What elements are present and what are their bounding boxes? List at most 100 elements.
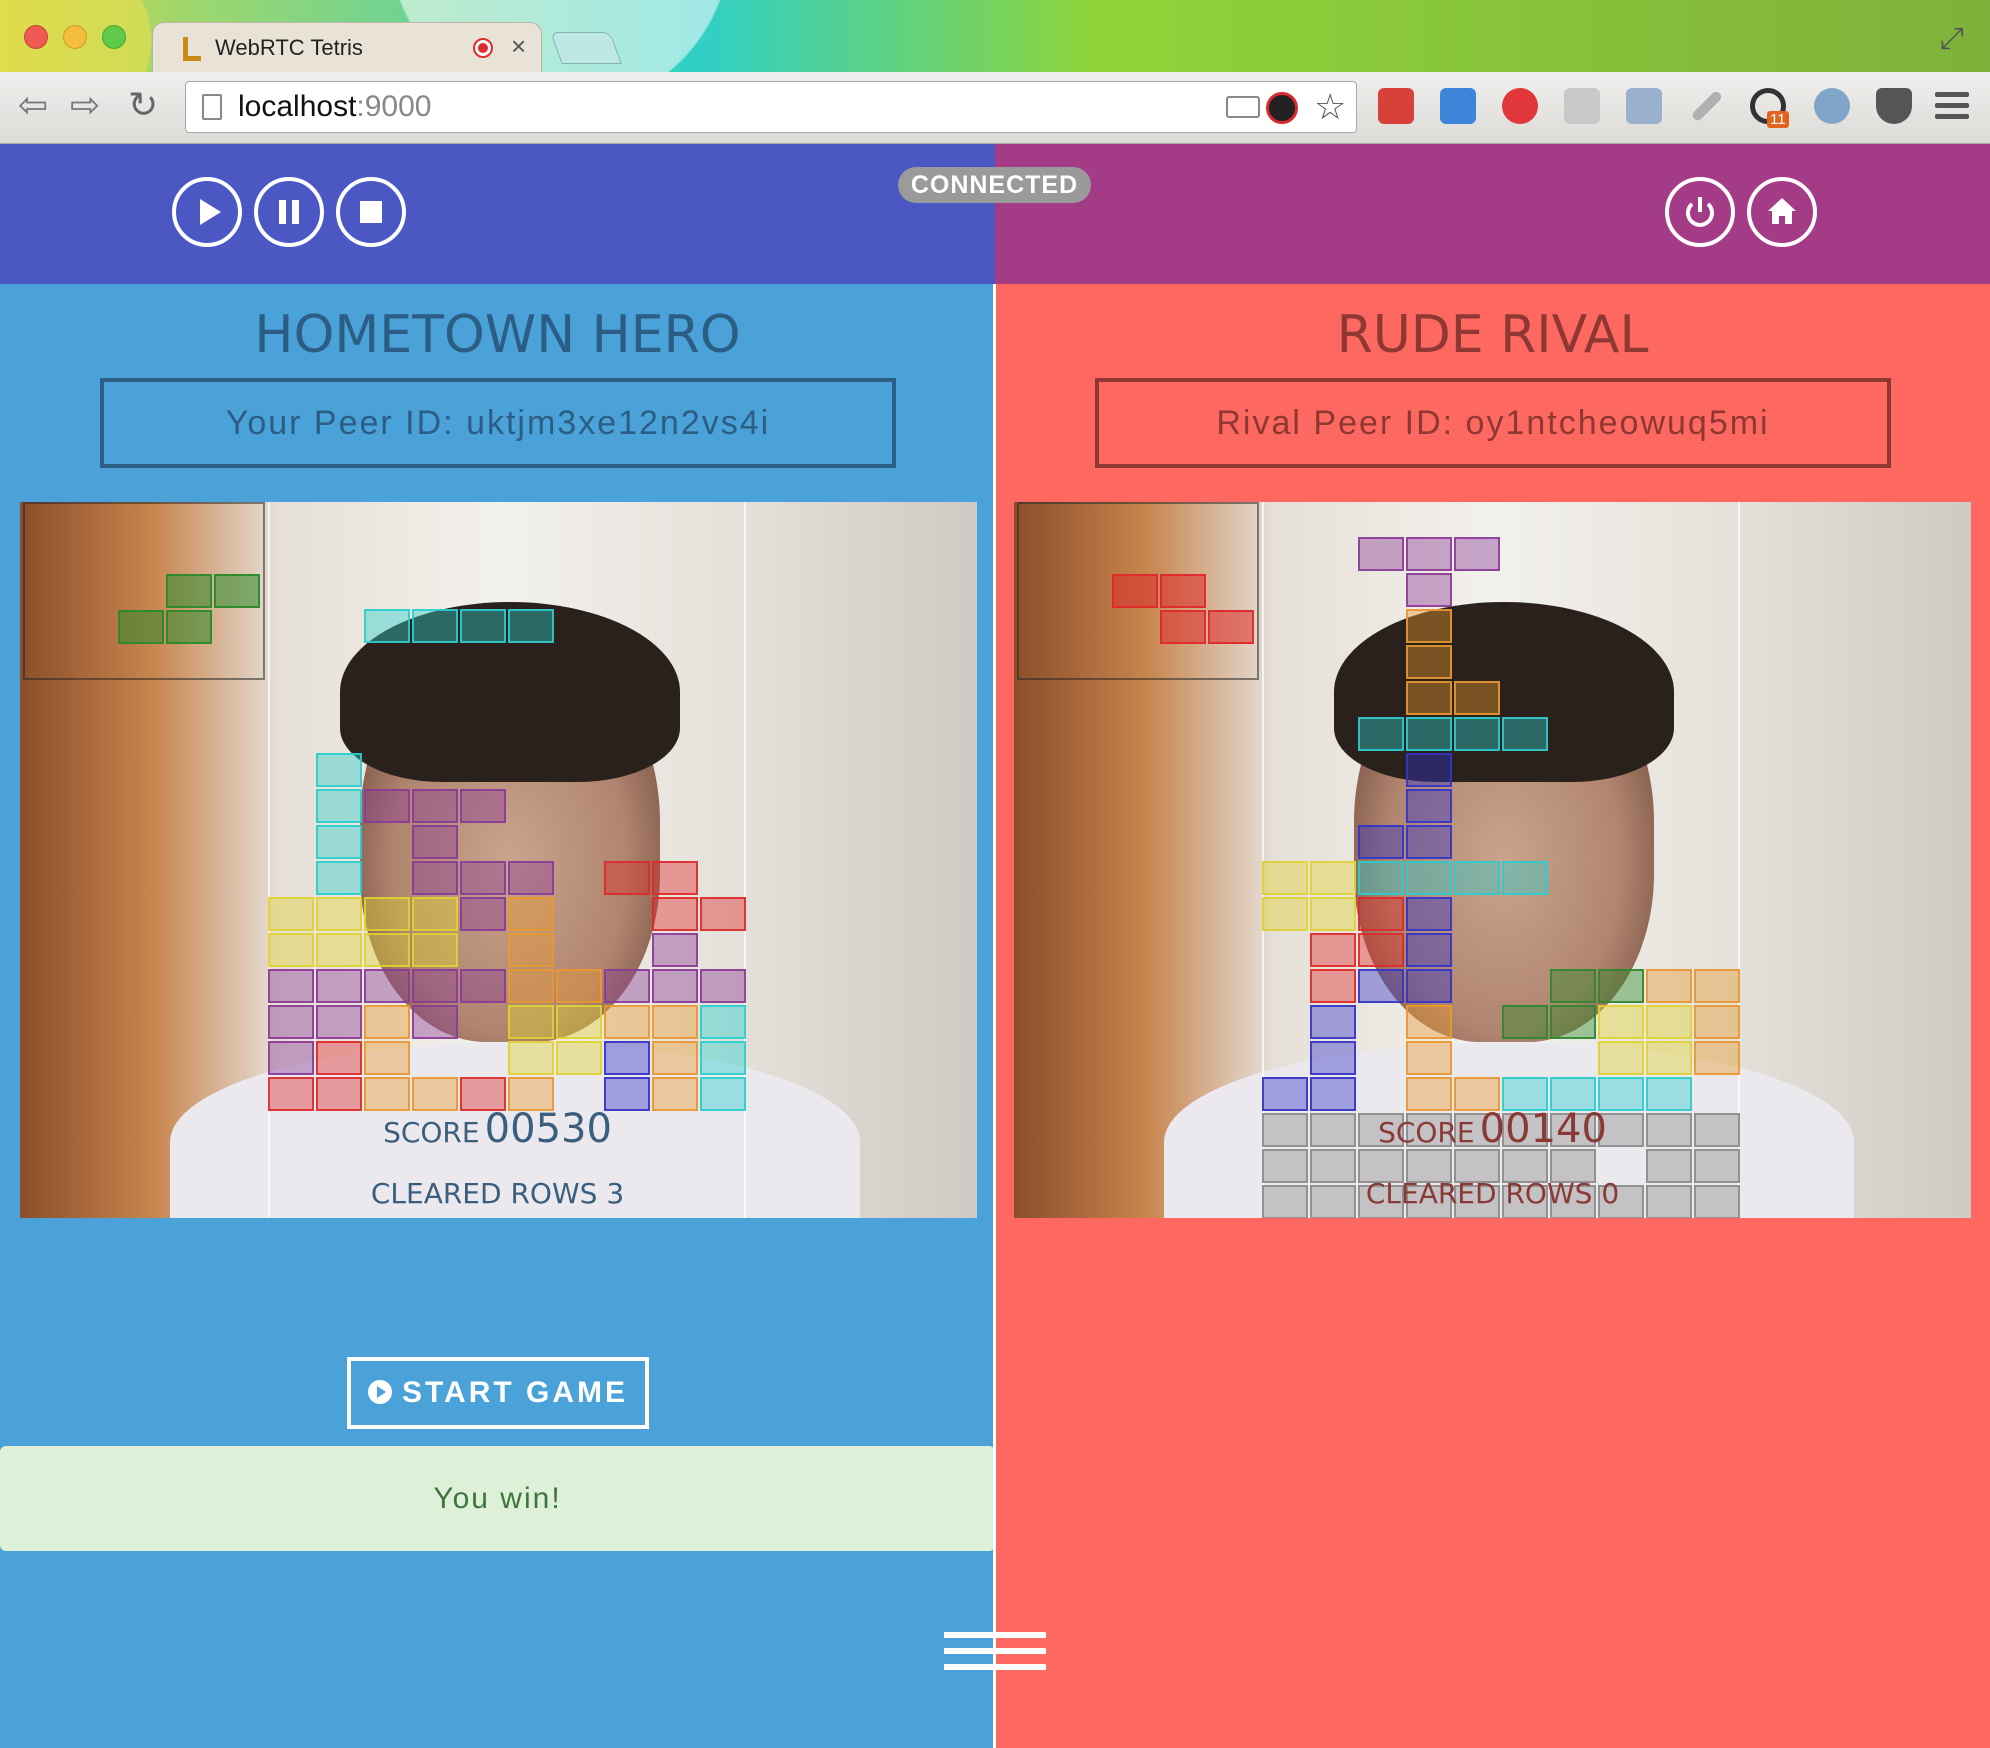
rival-score: SCORE 00140 [995,1106,1990,1152]
tetris-block [1646,1041,1692,1075]
tetris-block [268,1041,314,1075]
rival-player-pane: RUDE RIVAL Rival Peer ID: oy1ntcheowuq5m… [995,284,1990,1748]
tetris-block [412,861,458,895]
recording-indicator-icon [473,38,493,58]
adblock-icon[interactable] [1502,88,1538,124]
tetris-block [508,969,554,1003]
tetris-block [1406,825,1452,859]
start-game-button[interactable]: START GAME [347,1357,649,1429]
tetris-block [1406,753,1452,787]
tetris-block [364,933,410,967]
next-piece-block [1208,610,1254,644]
new-tab-button[interactable] [550,32,622,64]
tetris-block [268,969,314,1003]
tetris-block [268,1005,314,1039]
browser-menu-icon[interactable] [1935,92,1969,125]
window-resizer-icon[interactable] [1626,88,1662,124]
window-zoom-button[interactable] [102,25,126,49]
pause-button[interactable] [254,177,324,247]
blocked-content-icon[interactable] [1266,92,1298,124]
tetris-favicon-icon [183,37,201,61]
fullscreen-icon[interactable]: ⤢ [1940,22,1964,56]
tetris-block [1358,717,1404,751]
back-button[interactable]: ⇦ [18,84,48,126]
tetris-block [1406,789,1452,823]
browser-toolbar: ⇦ ⇨ ↻ localhost:9000 ☆ 11 [0,72,1990,144]
tetris-block [1358,825,1404,859]
browser-tab[interactable]: WebRTC Tetris × [152,22,542,72]
power-button[interactable] [1665,177,1735,247]
tetris-block [316,1005,362,1039]
tetris-block [412,789,458,823]
tetris-block [412,933,458,967]
tetris-block [268,933,314,967]
tetris-block [316,789,362,823]
address-bar[interactable]: localhost:9000 ☆ [185,81,1357,133]
pocket-icon[interactable] [1876,88,1912,124]
tetris-block [1262,897,1308,931]
tetris-block [268,897,314,931]
tetris-block [1694,969,1740,1003]
tetris-block [508,861,554,895]
local-peer-id: Your Peer ID: uktjm3xe12n2vs4i [100,378,896,468]
home-button[interactable] [1747,177,1817,247]
tetris-block [1310,861,1356,895]
tetris-block [412,1005,458,1039]
local-player-title: HOMETOWN HERO [254,305,741,365]
tetris-block [1358,969,1404,1003]
tetris-block [1550,1005,1596,1039]
camera-icon[interactable] [1226,96,1260,118]
window-close-button[interactable] [24,25,48,49]
score-value: 00140 [1479,1106,1607,1152]
tetris-block [1598,969,1644,1003]
tetris-block [460,969,506,1003]
tetris-block [1406,897,1452,931]
tetris-block [1358,897,1404,931]
mail-checker-icon[interactable] [1564,88,1600,124]
tetris-block [1406,537,1452,571]
tetris-block [316,969,362,1003]
score-label: SCORE [383,1116,480,1149]
page-icon [202,94,222,120]
tetris-block [364,1041,410,1075]
rival-header [995,144,1990,284]
tetris-block [700,969,746,1003]
tab-close-icon[interactable]: × [511,31,526,62]
stop-button[interactable] [336,177,406,247]
play-icon [200,199,221,225]
tetris-block [556,969,602,1003]
tetris-app: CONNECTED HOMETOWN HERO Your Peer ID: uk… [0,144,1990,1748]
tetris-block [604,861,650,895]
tetris-block [412,609,458,643]
next-piece-block [1160,610,1206,644]
url-text[interactable]: localhost:9000 [238,90,431,124]
url-port: :9000 [356,90,432,123]
tetris-block [1406,969,1452,1003]
reload-button[interactable]: ↻ [128,84,158,126]
hamburger-menu-icon[interactable] [944,1632,1046,1680]
tetris-block [508,933,554,967]
tetris-block [1598,1041,1644,1075]
tetris-block [1406,645,1452,679]
ie-tab-icon[interactable]: 11 [1750,88,1789,128]
bookmark-star-icon[interactable]: ☆ [1314,86,1346,128]
stop-icon [360,201,382,223]
translate-icon[interactable] [1440,88,1476,124]
next-piece-block [118,610,164,644]
satellite-icon[interactable] [1814,88,1850,124]
tetris-block [652,1041,698,1075]
tetris-block [1454,717,1500,751]
eyedropper-icon[interactable] [1690,89,1724,123]
tetris-block [1406,609,1452,643]
tetris-block [700,897,746,931]
start-game-label: START GAME [401,1376,629,1409]
tetris-block [1406,1041,1452,1075]
play-button[interactable] [172,177,242,247]
tetris-block [1406,861,1452,895]
tetris-block [1406,573,1452,607]
forward-button[interactable]: ⇨ [70,84,100,126]
tetris-block [364,897,410,931]
window-minimize-button[interactable] [63,25,87,49]
extension-book-icon[interactable] [1378,88,1414,124]
next-piece-block [1160,574,1206,608]
